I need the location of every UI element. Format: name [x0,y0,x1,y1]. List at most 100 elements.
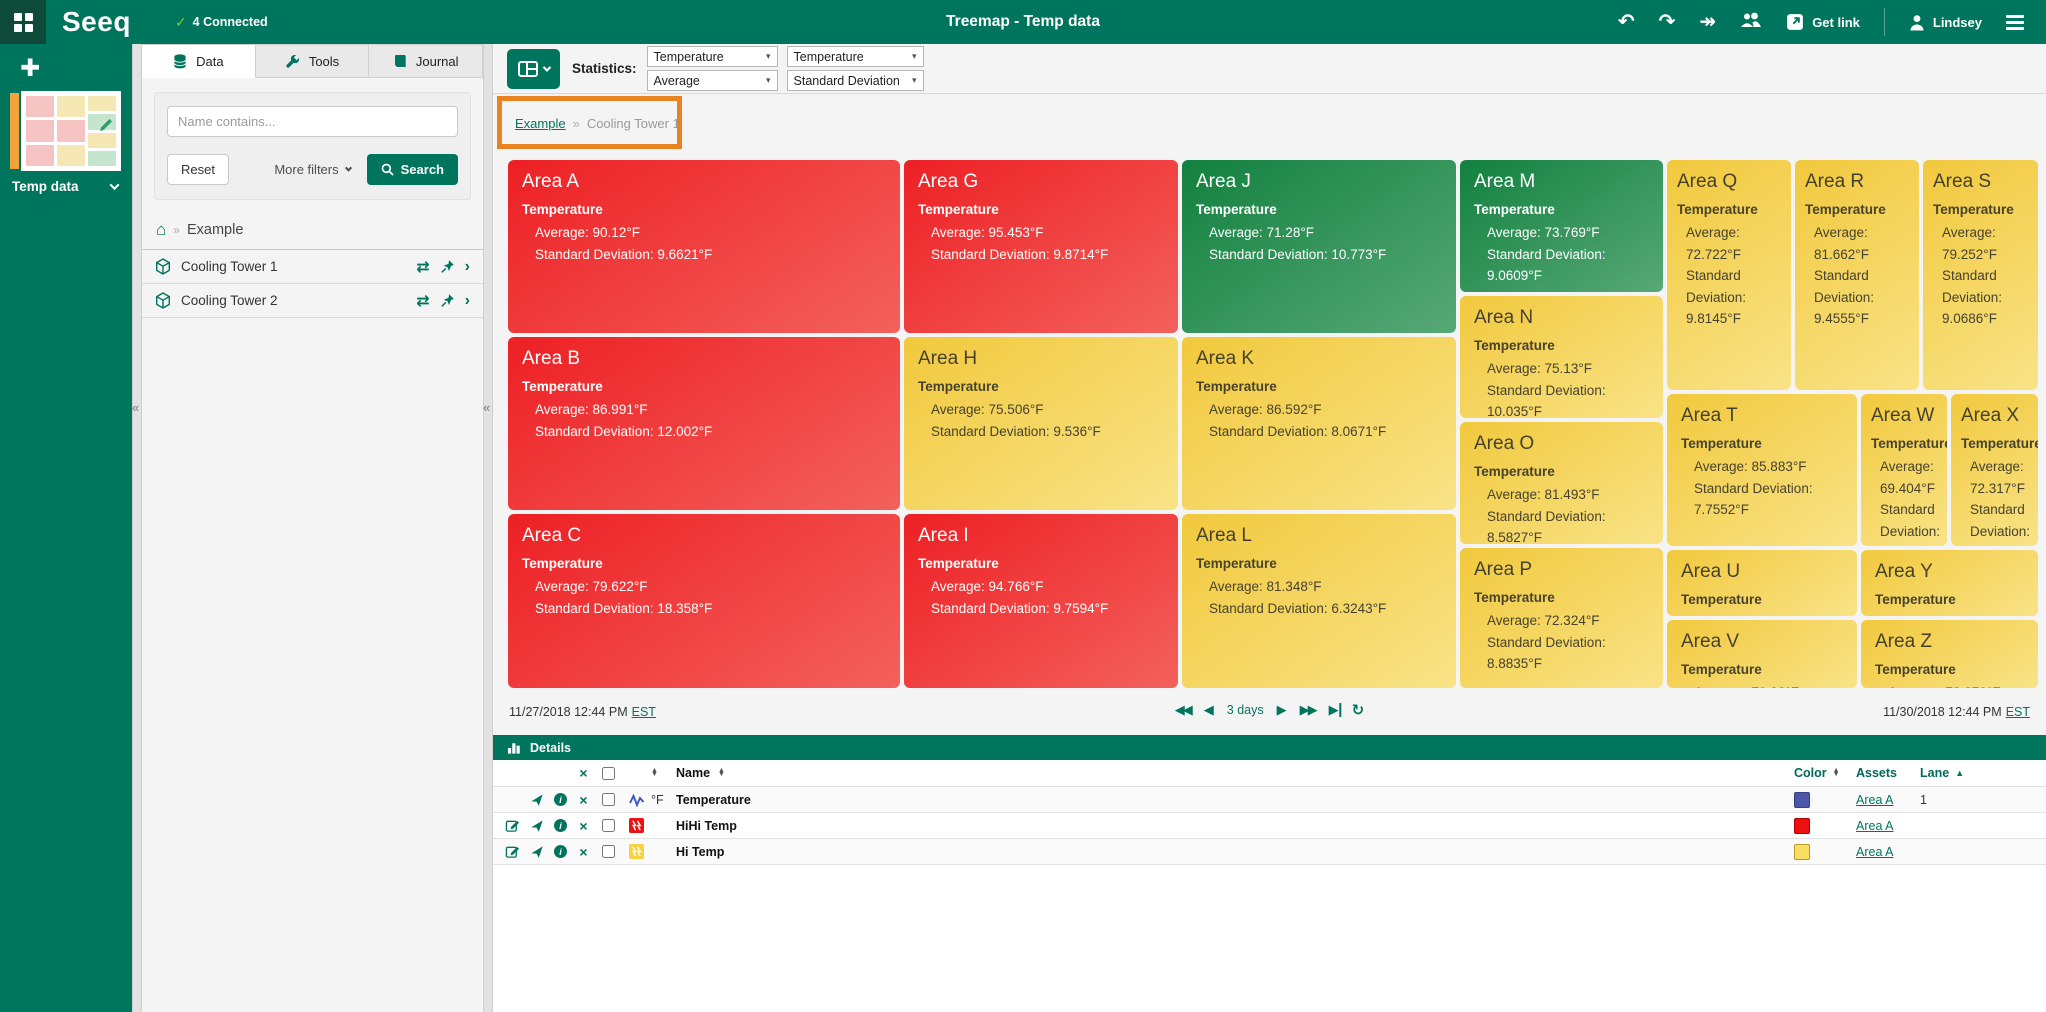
step-back-full-icon[interactable]: ◀◀ [1175,702,1191,718]
home-icon[interactable]: ⌂ [156,220,166,240]
treemap-tile-y[interactable]: Area YTemperatureAverage: 77.39°F [1861,550,2038,616]
duration-label[interactable]: 3 days [1227,703,1264,717]
step-to-now-icon[interactable]: ▶ [1329,702,1339,718]
send-icon[interactable] [530,819,544,833]
treemap-tile-c[interactable]: Area CTemperatureAverage: 79.622°FStanda… [508,514,900,688]
treemap-tile-p[interactable]: Area PTemperatureAverage: 72.324°FStanda… [1460,548,1663,688]
swap-asset-icon[interactable]: ⇄ [416,257,429,277]
row-checkbox[interactable] [602,793,615,806]
treemap-breadcrumb-root[interactable]: Example [515,116,566,131]
app-menu-button[interactable] [0,0,46,44]
lane-column-header[interactable]: Lane [1920,766,1949,780]
color-swatch[interactable] [1794,844,1810,860]
remove-icon[interactable]: × [579,792,587,808]
pin-icon[interactable] [440,259,455,274]
treemap-tile-o[interactable]: Area OTemperatureAverage: 81.493°FStanda… [1460,422,1663,544]
edit-icon[interactable] [505,818,520,833]
worksheet-label-row[interactable]: Temp data [12,179,118,194]
reset-button[interactable]: Reset [167,154,229,185]
assets-column-header[interactable]: Assets [1856,766,1897,780]
range-end-datetime[interactable]: 11/30/2018 12:44 PM [1883,705,2002,719]
sidebar-collapse-handle[interactable]: « [132,44,142,1012]
treemap-tile-j[interactable]: Area JTemperatureAverage: 71.28°FStandar… [1182,160,1456,333]
send-icon[interactable] [530,793,544,807]
more-filters-link[interactable]: More filters [274,162,350,177]
treemap-tile-k[interactable]: Area KTemperatureAverage: 86.592°FStanda… [1182,337,1456,510]
remove-icon[interactable]: × [579,844,587,860]
tree-item-cooling-tower-1[interactable]: Cooling Tower 1 ⇄ › [142,250,483,284]
users-icon[interactable] [1740,12,1762,32]
signal-select-1[interactable]: Temperature▾ [647,46,778,67]
color-swatch[interactable] [1794,818,1810,834]
treemap-tile-a[interactable]: Area ATemperatureAverage: 90.12°FStandar… [508,160,900,333]
row-checkbox[interactable] [602,819,615,832]
color-swatch[interactable] [1794,792,1810,808]
search-button[interactable]: Search [367,154,458,185]
redo-icon[interactable]: ↷ [1659,12,1676,32]
remove-all-icon[interactable]: × [579,765,587,781]
info-icon[interactable]: i [554,819,567,832]
treemap-tile-q[interactable]: Area QTemperatureAverage: 72.722°FStanda… [1667,160,1791,390]
worksheet-thumbnail[interactable] [10,91,124,171]
send-icon[interactable] [530,845,544,859]
refresh-icon[interactable]: ↻ [1352,701,1365,719]
treemap-tile-w[interactable]: Area WTemperatureAverage: 69.404°FStanda… [1861,394,1947,546]
treemap-tile-x[interactable]: Area XTemperatureAverage: 72.317°FStanda… [1951,394,2038,546]
treemap-tile-g[interactable]: Area GTemperatureAverage: 95.453°FStanda… [904,160,1178,333]
tree-item-cooling-tower-2[interactable]: Cooling Tower 2 ⇄ › [142,284,483,318]
tab-tools[interactable]: Tools [256,44,370,78]
treemap-tile-n[interactable]: Area NTemperatureAverage: 75.13°FStandar… [1460,296,1663,418]
name-contains-input[interactable] [167,106,458,137]
sort-icon[interactable]: ▲▼ [1833,769,1840,778]
range-start-timezone-link[interactable]: EST [632,705,656,719]
user-menu-button[interactable]: Lindsey [1909,14,1982,31]
signal-select-2[interactable]: Temperature▾ [787,46,924,67]
step-back-half-icon[interactable]: ◀ [1204,702,1214,718]
breadcrumb-root-label[interactable]: Example [187,222,243,238]
name-column-header[interactable]: Name [676,766,710,780]
asset-link[interactable]: Area A [1856,819,1894,833]
view-selector-button[interactable] [507,49,560,89]
info-icon[interactable]: i [554,793,567,806]
pin-icon[interactable] [440,293,455,308]
sort-icon[interactable]: ▲▼ [718,769,725,778]
treemap-tile-r[interactable]: Area RTemperatureAverage: 81.662°FStanda… [1795,160,1919,390]
treemap-tile-m[interactable]: Area MTemperatureAverage: 73.769°FStanda… [1460,160,1663,292]
treemap-tile-t[interactable]: Area TTemperatureAverage: 85.883°FStanda… [1667,394,1857,546]
tab-data[interactable]: Data [142,44,256,78]
asset-link[interactable]: Area A [1856,793,1894,807]
treemap-tile-b[interactable]: Area BTemperatureAverage: 86.991°FStanda… [508,337,900,510]
connection-status[interactable]: ✓ 4 Connected [175,14,268,31]
get-link-button[interactable]: Get link [1786,13,1860,31]
undo-icon[interactable]: ↶ [1618,12,1635,32]
new-worksheet-button[interactable]: ✚ [20,54,40,83]
step-forward-full-icon[interactable]: ▶▶ [1300,702,1316,718]
statistic-select-2[interactable]: Standard Deviation▾ [787,70,924,91]
row-checkbox[interactable] [602,845,615,858]
treemap-tile-i[interactable]: Area ITemperatureAverage: 94.766°FStanda… [904,514,1178,688]
treemap-tile-l[interactable]: Area LTemperatureAverage: 81.348°FStanda… [1182,514,1456,688]
treemap-tile-h[interactable]: Area HTemperatureAverage: 75.506°FStanda… [904,337,1178,510]
forward-all-icon[interactable]: ↠ [1699,12,1716,32]
info-icon[interactable]: i [554,845,567,858]
sort-icon[interactable]: ▲▼ [651,769,658,778]
treemap-tile-s[interactable]: Area STemperatureAverage: 79.252°FStanda… [1923,160,2038,390]
remove-icon[interactable]: × [579,818,587,834]
asset-link[interactable]: Area A [1856,845,1894,859]
swap-asset-icon[interactable]: ⇄ [416,291,429,311]
seeq-logo[interactable]: Seeq [62,6,131,38]
treemap-tile-v[interactable]: Area VTemperatureAverage: 79.22°F [1667,620,1857,688]
drill-in-icon[interactable]: › [465,258,470,276]
edit-icon[interactable] [505,844,520,859]
drill-in-icon[interactable]: › [465,292,470,310]
data-panel-collapse-handle[interactable]: « [483,44,493,1012]
hamburger-menu-icon[interactable] [2006,15,2024,30]
treemap-tile-u[interactable]: Area UTemperatureAverage: 74.675°F [1667,550,1857,616]
tab-journal[interactable]: Journal [369,44,483,78]
color-column-header[interactable]: Color [1794,766,1827,780]
range-end-timezone-link[interactable]: EST [2006,705,2030,719]
details-header[interactable]: Details [493,735,2046,760]
statistic-select-1[interactable]: Average▾ [647,70,778,91]
treemap-tile-z[interactable]: Area ZTemperatureAverage: 73.379°F [1861,620,2038,688]
select-all-checkbox[interactable] [602,767,615,780]
